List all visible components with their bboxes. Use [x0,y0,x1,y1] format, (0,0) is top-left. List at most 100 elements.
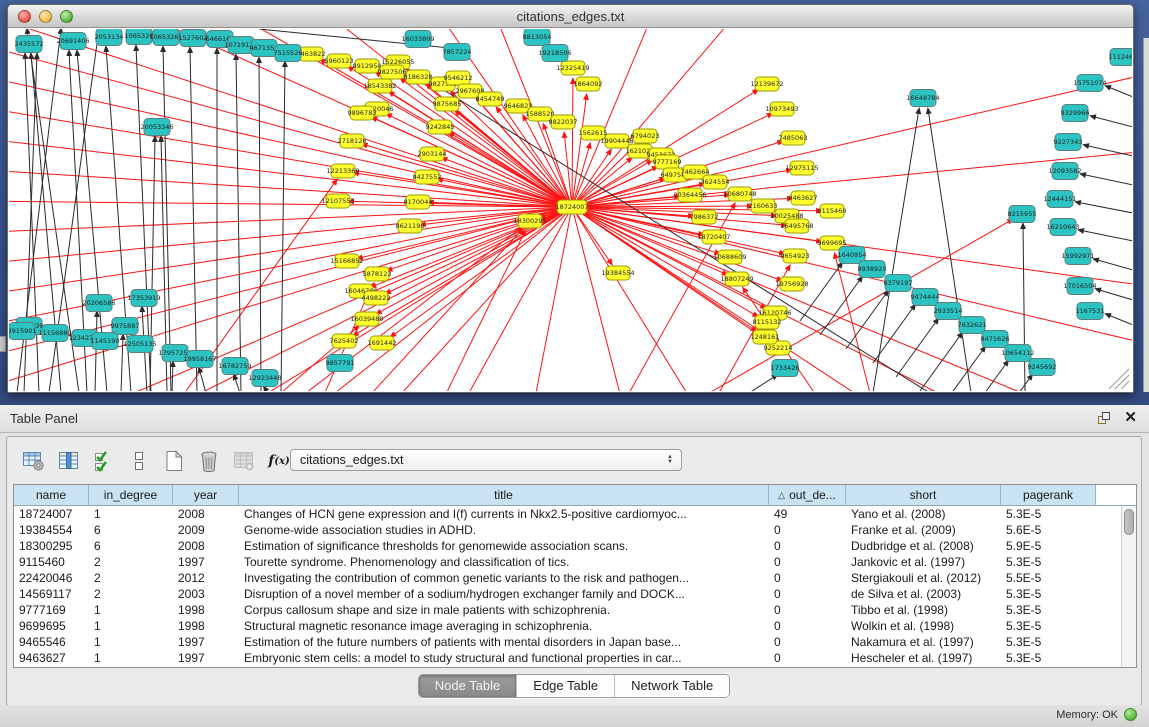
table-toolbar: f(x) [21,446,292,476]
node-label: 9857791 [326,359,355,367]
table-row[interactable]: 969969511998Structural magnetic resonanc… [14,618,1136,634]
node-label: 10680748 [723,190,756,198]
tab-edge-table[interactable]: Edge Table [517,675,615,697]
table-cell: 5.3E-5 [1001,634,1096,650]
node-label: 7857224 [443,48,472,56]
table-cell: Investigating the contribution of common… [239,570,769,586]
select-rows-icon[interactable] [91,448,117,474]
table-cell: 0 [769,570,846,586]
close-panel-icon[interactable]: ✕ [1124,410,1137,426]
node-label: 19218506 [538,49,571,57]
table-cell: Genome-wide association studies in ADHD. [239,522,769,538]
node-label: 8813054 [523,33,552,41]
delete-table-icon[interactable] [196,448,222,474]
node-label: 7632621 [958,321,987,329]
node-label: 9875685 [433,100,462,108]
float-panel-icon[interactable] [1096,410,1112,426]
table-cell: 0 [769,650,846,666]
network-window-titlebar[interactable]: citations_edges.txt [8,5,1133,28]
node-label: 9654923 [781,252,810,260]
table-cell: 5.3E-5 [1001,586,1096,602]
node-label: 20691406 [56,37,89,45]
node-label: 8170044 [404,198,433,206]
table-cell: 9777169 [14,602,89,618]
column-chooser-icon[interactable] [56,448,82,474]
table-cell: 1 [89,634,173,650]
table-cell: 0 [769,586,846,602]
table-row[interactable]: 1830029562008Estimation of significance … [14,538,1136,554]
node-label: 19756928 [775,280,808,288]
node-label: 6379197 [884,279,913,287]
table-panel-title: Table Panel [10,411,78,426]
merge-cells-icon[interactable] [126,448,152,474]
table-cell: 5.3E-5 [1001,618,1096,634]
background-window-notch [0,336,6,352]
table-cell: 19384554 [14,522,89,538]
node-label: 9827506 [378,68,407,76]
table-cell: 9115460 [14,554,89,570]
node-label: 2160633 [749,202,778,210]
table-row[interactable]: 977716911998Corpus callosum shape and si… [14,602,1136,618]
node-label: 16495768 [780,222,813,230]
table-cell: 18724007 [14,506,89,522]
node-label: 3624554 [701,178,730,186]
table-cell: 9699695 [14,618,89,634]
status-bar: Memory: OK [0,705,1149,727]
node-label: 20364456 [673,191,706,199]
node-table: namein_degreeyeartitle△out_de...shortpag… [13,484,1137,668]
network-window-title: citations_edges.txt [8,9,1133,24]
column-header-pagerank[interactable]: pagerank [1001,485,1096,506]
function-builder-icon[interactable]: f(x) [266,448,292,474]
table-row[interactable]: 2242004622012Investigating the contribut… [14,570,1136,586]
table-row[interactable]: 946362711997Embryonic stem cells: a mode… [14,650,1136,666]
node-label: 17016504 [1063,282,1096,290]
resize-grip-icon[interactable] [1109,369,1129,389]
column-header-short[interactable]: short [846,485,1001,506]
table-row[interactable]: 1872400712008Changes of HCN gene express… [14,506,1136,522]
column-header-name[interactable]: name [14,485,89,506]
table-row[interactable]: 946554611997Estimation of the future num… [14,634,1136,650]
node-label: 17353919 [127,294,160,302]
node-label: 1145190 [91,337,120,345]
node-label: 9245692 [1028,363,1057,371]
column-header-out_de[interactable]: △out_de... [769,485,846,506]
column-header-in_degree[interactable]: in_degree [89,485,173,506]
scrollbar-thumb[interactable] [1124,509,1134,535]
table-row[interactable]: 1456911722003Disruption of a novel membe… [14,586,1136,602]
table-cell: 0 [769,554,846,570]
table-cell: 5.3E-5 [1001,554,1096,570]
citation-network-graph: 1872400774638225960123891295415226055982… [9,29,1132,391]
table-row[interactable]: 911546021997Tourette syndrome. Phenomeno… [14,554,1136,570]
table-row[interactable]: 1938455462009Genome-wide association stu… [14,522,1136,538]
node-label: 2718126 [338,137,367,145]
table-vertical-scrollbar[interactable] [1121,506,1136,667]
table-cell: 2009 [173,522,239,538]
tab-network-table[interactable]: Network Table [615,675,729,697]
table-cell: 5.5E-5 [1001,570,1096,586]
new-table-icon[interactable] [161,448,187,474]
table-cell: 5.3E-5 [1001,506,1096,522]
column-header-title[interactable]: title [239,485,769,506]
cytoscape-desktop: citations_edges.txt 18724007746382259601… [0,0,1149,405]
table-selector-dropdown[interactable]: citations_edges.txt ▲▼ [290,449,682,471]
table-cell: 0 [769,618,846,634]
table-settings-icon[interactable] [21,448,47,474]
table-cell: 5.3E-5 [1001,650,1096,666]
node-label: 9242845 [426,123,455,131]
node-label: 12139672 [750,80,783,88]
node-label: 12923448 [248,374,281,382]
node-label: 8454749 [476,95,505,103]
node-label: 19384554 [601,269,634,277]
node-label: 18724007 [555,203,588,211]
node-label: 12444151 [1043,195,1076,203]
node-label: 12107553 [321,197,354,205]
table-cell: 2008 [173,538,239,554]
column-header-year[interactable]: year [173,485,239,506]
table-panel-header[interactable]: Table Panel ✕ [0,405,1149,433]
tab-node-table[interactable]: Node Table [419,675,518,697]
table-cell: 5.9E-5 [1001,538,1096,554]
node-label: 9975887 [111,322,140,330]
table-cell: 22420046 [14,570,89,586]
network-canvas[interactable]: 1872400774638225960123891295415226055982… [9,29,1132,391]
table-selector-value: citations_edges.txt [291,453,663,467]
